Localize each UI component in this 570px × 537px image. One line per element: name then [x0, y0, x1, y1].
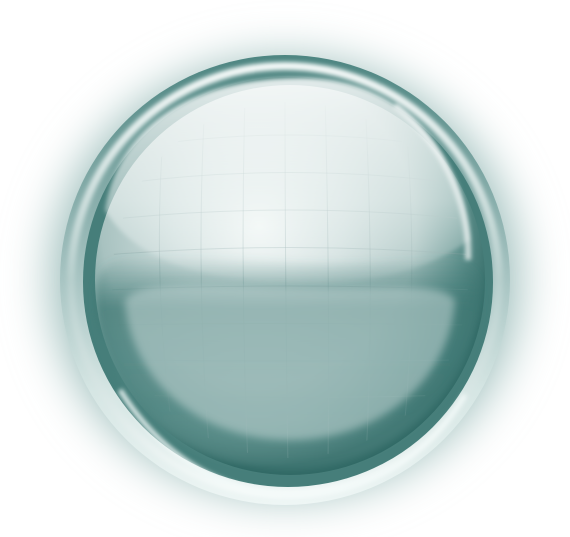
orb-canvas — [0, 0, 570, 537]
glass-orb-icon — [20, 28, 550, 528]
